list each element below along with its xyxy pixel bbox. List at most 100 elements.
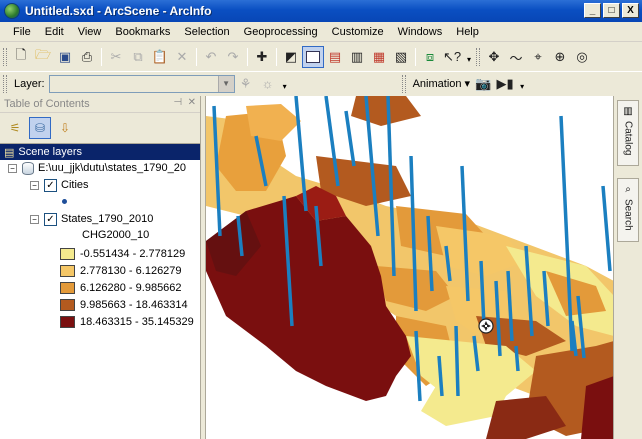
close-icon[interactable]: ✕ xyxy=(188,97,196,108)
print-button[interactable]: ⎙ xyxy=(76,46,98,68)
chevron-down-icon[interactable]: ▼ xyxy=(217,75,234,92)
undo-button[interactable]: ↶ xyxy=(200,46,222,68)
workspace-node[interactable]: − E:\uu_jjk\dutu\states_1790_20 xyxy=(8,160,186,176)
state-extrusion xyxy=(351,96,421,126)
legend-class-4[interactable]: 9.985663 - 18.463314 xyxy=(60,297,188,313)
delete-button[interactable]: ✕ xyxy=(171,46,193,68)
delete-x-icon: ✕ xyxy=(176,49,188,64)
redo-button[interactable]: ↷ xyxy=(222,46,244,68)
toolbar-grip[interactable] xyxy=(3,74,7,93)
menu-windows[interactable]: Windows xyxy=(391,23,450,41)
menu-edit[interactable]: Edit xyxy=(38,23,71,41)
open-button[interactable]: 🗁 xyxy=(32,46,54,68)
minimize-button[interactable]: _ xyxy=(584,3,601,18)
toolbar-options-arrow[interactable]: ▾ xyxy=(281,77,289,91)
list-by-drawing-order-tab[interactable]: ⚟ xyxy=(4,117,26,139)
menu-geoprocessing[interactable]: Geoprocessing xyxy=(237,23,325,41)
capture-view-button[interactable]: 📷 xyxy=(472,73,494,95)
maximize-button[interactable]: □ xyxy=(603,3,620,18)
pin-icon[interactable]: ⊣ xyxy=(173,97,182,108)
menu-view[interactable]: View xyxy=(71,23,109,41)
animation-menu[interactable]: Animation ▾ xyxy=(413,77,471,90)
cities-layer-label: Cities xyxy=(61,179,89,191)
crosshair-icon: ⌖ xyxy=(534,49,542,64)
city-column xyxy=(601,185,612,272)
new-document-button[interactable]: 🗋 xyxy=(10,46,32,68)
legend-class-1[interactable]: -0.551434 - 2.778129 xyxy=(60,246,185,262)
list-by-source-tab[interactable]: ⛁ xyxy=(29,117,51,139)
animation-controls-icon: ▶▮ xyxy=(496,75,514,91)
table-of-contents-panel: Table of Contents ⊣ ✕ ⚟ ⛁ ⇩ ▤ Scene laye… xyxy=(0,96,201,439)
menu-file[interactable]: File xyxy=(6,23,38,41)
toc-window-button[interactable] xyxy=(302,46,324,68)
toolbar-grip[interactable] xyxy=(401,74,406,93)
collapse-toggle[interactable]: − xyxy=(30,180,39,190)
fly-tool[interactable]: 〜 xyxy=(505,46,527,68)
scene-3d-render[interactable] xyxy=(206,96,613,439)
modelbuilder-button[interactable]: ⧈ xyxy=(419,46,441,68)
collapse-toggle[interactable]: − xyxy=(8,163,17,173)
scene-layers-label: Scene layers xyxy=(18,146,82,158)
toolbar-grip[interactable] xyxy=(476,48,480,66)
list-by-selection-tab[interactable]: ⇩ xyxy=(54,117,76,139)
python-window-button[interactable]: ▧ xyxy=(390,46,412,68)
toolbar-options-arrow[interactable]: ▾ xyxy=(518,77,526,91)
python-icon: ▧ xyxy=(394,49,408,64)
search-tab[interactable]: ⌕ Search xyxy=(617,178,639,242)
floppy-disk-icon: ▣ xyxy=(58,49,72,64)
layer-states[interactable]: − ✓ States_1790_2010 xyxy=(30,211,153,227)
save-button[interactable]: ▣ xyxy=(54,46,76,68)
arccatalog-button[interactable]: ▥ xyxy=(346,46,368,68)
legend-class-label: -0.551434 - 2.778129 xyxy=(80,248,186,260)
menu-selection[interactable]: Selection xyxy=(177,23,236,41)
lighting-icon: ☼ xyxy=(261,76,274,91)
zoom-to-target-tool[interactable]: ⊕ xyxy=(549,46,571,68)
scene-properties-button[interactable]: ◩ xyxy=(280,46,302,68)
navigate-tool[interactable]: ✥ xyxy=(483,46,505,68)
menu-help[interactable]: Help xyxy=(449,23,486,41)
city-column xyxy=(454,325,460,397)
workspace-path-label: E:\uu_jjk\dutu\states_1790_20 xyxy=(38,162,187,174)
navigate-cursor-icon xyxy=(478,318,494,334)
menu-bookmarks[interactable]: Bookmarks xyxy=(108,23,177,41)
states-visibility-checkbox[interactable]: ✓ xyxy=(44,212,57,226)
scissors-icon: ✂ xyxy=(110,49,122,64)
toolbar-options-arrow[interactable]: ▾ xyxy=(465,50,473,64)
transparency-button[interactable]: ⚘ xyxy=(235,73,257,95)
cut-button[interactable]: ✂ xyxy=(105,46,127,68)
paste-icon: 📋 xyxy=(151,49,169,64)
add-data-button[interactable]: ✚ xyxy=(251,46,273,68)
legend-class-label: 2.778130 - 6.126279 xyxy=(80,265,182,277)
folder-open-icon: 🗁 xyxy=(34,47,52,62)
legend-class-2[interactable]: 2.778130 - 6.126279 xyxy=(60,263,182,279)
layer-cities[interactable]: − ✓ Cities xyxy=(30,177,89,193)
copy-button[interactable]: ⧉ xyxy=(127,46,149,68)
3d-effects-toolbar: Layer: ▼ ⚘ ☼ ▾ Animation ▾ 📷 ▶▮ ▾ xyxy=(0,71,642,95)
lighting-button[interactable]: ☼ xyxy=(257,73,279,95)
search-window-button[interactable]: ▦ xyxy=(368,46,390,68)
legend-swatch xyxy=(60,265,75,277)
source-database-icon: ⛁ xyxy=(34,121,46,135)
menu-customize[interactable]: Customize xyxy=(325,23,391,41)
whats-this-button[interactable]: ↖? xyxy=(441,46,463,68)
point-symbol-icon xyxy=(60,197,69,205)
layer-dropdown[interactable]: ▼ xyxy=(48,74,235,93)
scene-view[interactable] xyxy=(205,96,613,439)
arctoolbox-button[interactable]: ▤ xyxy=(324,46,346,68)
toolbar-grip[interactable] xyxy=(3,48,7,66)
legend-class-5[interactable]: 18.463315 - 35.145329 xyxy=(60,314,194,330)
collapse-toggle[interactable]: − xyxy=(30,214,39,224)
state-extrusion xyxy=(246,104,301,141)
zoom-target-icon: ⊕ xyxy=(554,49,566,64)
paste-button[interactable]: 📋 xyxy=(149,46,171,68)
search-icon: ⌕ xyxy=(625,183,631,195)
close-button[interactable]: X xyxy=(622,3,639,18)
animation-controls-button[interactable]: ▶▮ xyxy=(494,73,516,95)
legend-class-3[interactable]: 6.126280 - 9.985662 xyxy=(60,280,182,296)
set-observer-tool[interactable]: ◎ xyxy=(571,46,593,68)
layer-label: Layer: xyxy=(14,77,45,90)
scene-layers-node[interactable]: ▤ Scene layers xyxy=(0,144,200,160)
target-center-tool[interactable]: ⌖ xyxy=(527,46,549,68)
cities-visibility-checkbox[interactable]: ✓ xyxy=(44,178,57,192)
catalog-tab[interactable]: ▥ Catalog xyxy=(617,100,639,166)
